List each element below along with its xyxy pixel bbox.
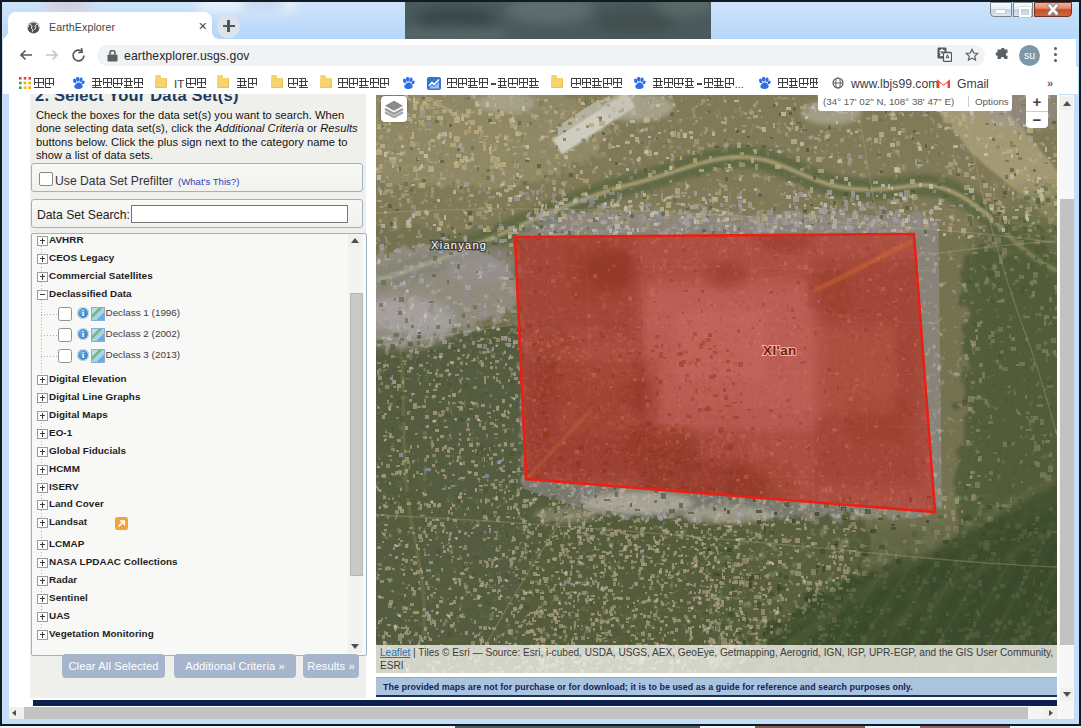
svg-text:XI'an: XI'an xyxy=(763,343,797,358)
svg-text:Xianyang: Xianyang xyxy=(431,239,487,251)
